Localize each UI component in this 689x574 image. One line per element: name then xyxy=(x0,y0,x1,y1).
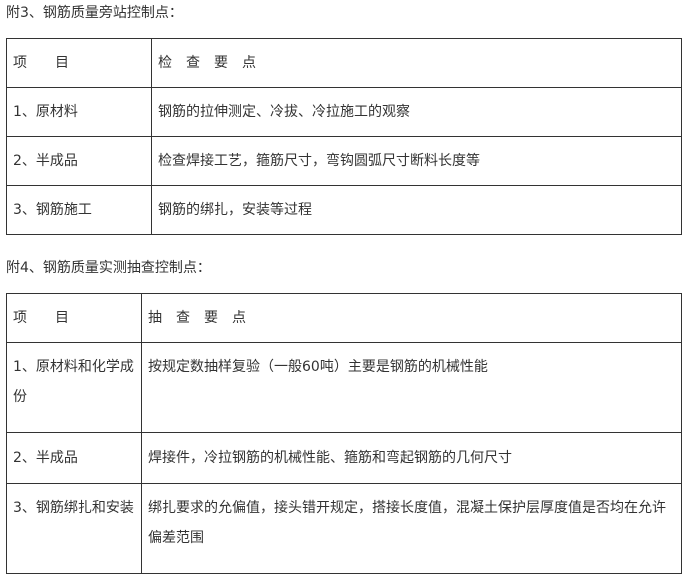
table-cell-item: 2、半成品 xyxy=(6,432,142,484)
column-header-item: 项 目 xyxy=(6,293,142,343)
table-row: 3、钢筋施工 钢筋的绑扎，安装等过程 xyxy=(6,185,682,235)
table-cell-points: 按规定数抽样复验（一般60吨）主要是钢筋的机械性能 xyxy=(141,342,682,433)
spot-check-table: 项 目 抽 查 要 点 1、原材料和化学成份 按规定数抽样复验（一般60吨）主要… xyxy=(6,293,682,574)
table-cell-points: 钢筋的拉伸测定、冷拔、冷拉施工的观察 xyxy=(151,87,682,137)
table-cell-points: 钢筋的绑扎，安装等过程 xyxy=(151,185,682,235)
table-cell-points: 绑扎要求的允偏值，接头错开规定，搭接长度值，混凝土保护层厚度值是否均在允许偏差范… xyxy=(141,483,682,574)
table-header-row: 项 目 抽 查 要 点 xyxy=(6,293,682,343)
column-header-check-points: 抽 查 要 点 xyxy=(141,293,682,343)
table-header-row: 项 目 检 查 要 点 xyxy=(6,38,682,88)
site-supervision-table: 项 目 检 查 要 点 1、原材料 钢筋的拉伸测定、冷拔、冷拉施工的观察 2、半… xyxy=(6,38,682,235)
table-cell-item: 1、原材料 xyxy=(6,87,152,137)
section4-title: 附4、钢筋质量实测抽查控制点： xyxy=(6,260,211,276)
section3-title: 附3、钢筋质量旁站控制点： xyxy=(6,5,183,21)
column-header-check-points: 检 查 要 点 xyxy=(151,38,682,88)
table-cell-item: 2、半成品 xyxy=(6,136,152,186)
table-row: 1、原材料 钢筋的拉伸测定、冷拔、冷拉施工的观察 xyxy=(6,87,682,137)
table-cell-points: 检查焊接工艺，箍筋尺寸，弯钩圆弧尺寸断料长度等 xyxy=(151,136,682,186)
table-cell-points: 焊接件，冷拉钢筋的机械性能、箍筋和弯起钢筋的几何尺寸 xyxy=(141,432,682,484)
table-row: 3、钢筋绑扎和安装 绑扎要求的允偏值，接头错开规定，搭接长度值，混凝土保护层厚度… xyxy=(6,483,682,574)
table-cell-item: 3、钢筋施工 xyxy=(6,185,152,235)
column-header-item: 项 目 xyxy=(6,38,152,88)
table-row: 2、半成品 焊接件，冷拉钢筋的机械性能、箍筋和弯起钢筋的几何尺寸 xyxy=(6,432,682,484)
table-cell-item: 3、钢筋绑扎和安装 xyxy=(6,483,142,574)
table-cell-item: 1、原材料和化学成份 xyxy=(6,342,142,433)
table-row: 1、原材料和化学成份 按规定数抽样复验（一般60吨）主要是钢筋的机械性能 xyxy=(6,342,682,433)
table-row: 2、半成品 检查焊接工艺，箍筋尺寸，弯钩圆弧尺寸断料长度等 xyxy=(6,136,682,186)
